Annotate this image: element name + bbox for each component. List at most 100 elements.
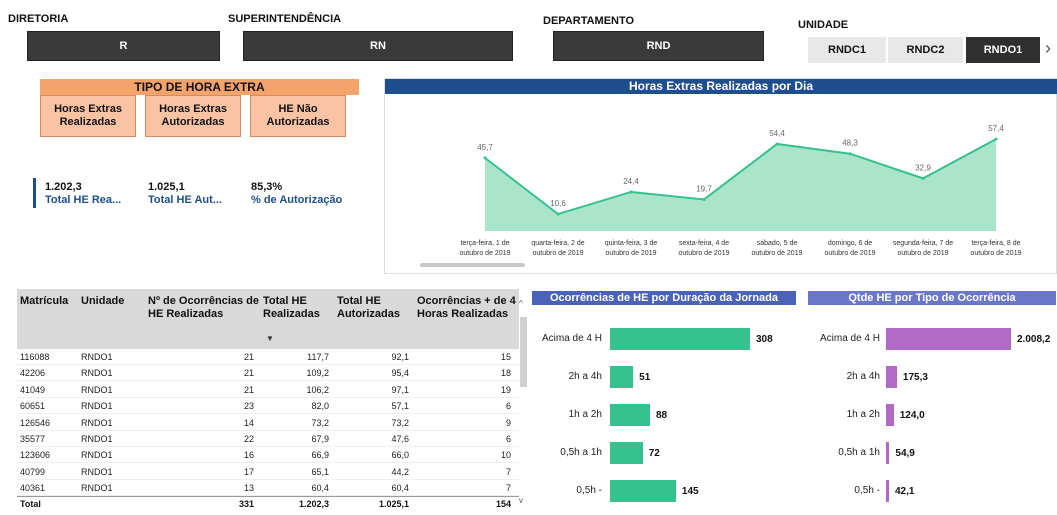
- kpi-total-he-realizadas-label: Total HE Rea...: [45, 194, 122, 206]
- table-cell: 17: [243, 466, 254, 477]
- table-cell: 47,6: [391, 434, 409, 444]
- table-cell: 60651: [20, 401, 46, 412]
- line-chart-point: [629, 190, 633, 194]
- bar-chart-2-title: Qtde HE por Tipo de Ocorrência: [808, 291, 1056, 305]
- line-chart-scrollbar[interactable]: [420, 263, 525, 267]
- bar[interactable]: [610, 366, 634, 388]
- table-header-cell[interactable]: Matrícula: [20, 295, 80, 308]
- table-header-cell[interactable]: Total HE Realizadas: [263, 295, 335, 321]
- bar-data-label: 2.008,2: [1017, 334, 1051, 345]
- bar[interactable]: [886, 442, 890, 464]
- table-header-cell[interactable]: Nº de Ocorrências de HE Realizadas: [148, 295, 262, 321]
- btn-horas-extras-autorizadas[interactable]: Horas Extras Autorizadas: [145, 95, 241, 137]
- bar[interactable]: [610, 442, 643, 464]
- table-cell: RNDO1: [81, 417, 113, 428]
- diretoria-select[interactable]: R: [27, 31, 220, 61]
- line-chart-point: [775, 142, 779, 146]
- chip-rndc1[interactable]: RNDC1: [808, 37, 886, 63]
- bar[interactable]: [610, 404, 650, 426]
- bar[interactable]: [610, 328, 750, 350]
- bar-category-label: Acima de 4 H: [541, 333, 602, 344]
- btn-horas-extras-realizadas[interactable]: Horas Extras Realizadas: [40, 95, 136, 137]
- table-cell: 18: [500, 368, 511, 379]
- line-chart-x-tick-label: outubro de 2019: [679, 250, 730, 257]
- table-cell: 97,1: [391, 384, 409, 395]
- bar[interactable]: [886, 366, 897, 388]
- bar-data-label: 51: [639, 372, 651, 383]
- line-chart-x-tick-label: outubro de 2019: [533, 250, 584, 257]
- table-cell: RNDO1: [81, 384, 113, 395]
- bar[interactable]: [886, 480, 889, 502]
- kpi-total-he-autorizadas-label: Total HE Aut...: [148, 194, 222, 206]
- chip-rndc2[interactable]: RNDC2: [888, 37, 963, 63]
- table-header-cell[interactable]: Total HE Autorizadas: [337, 295, 415, 321]
- table-cell: 15: [500, 352, 511, 362]
- line-chart-x-tick-label: outubro de 2019: [971, 250, 1022, 257]
- kpi-autorizacao-label: % de Autorização: [251, 194, 343, 206]
- line-chart-area: [485, 139, 996, 231]
- btn-label: Horas Extras Realizadas: [54, 103, 122, 128]
- superintendencia-select[interactable]: RN: [243, 31, 513, 61]
- table-cell: 44,2: [391, 466, 409, 477]
- line-chart-x-tick-label: segunda-feira, 7 de: [893, 240, 953, 247]
- table-cell: 42206: [20, 368, 46, 379]
- bar[interactable]: [886, 328, 1011, 350]
- table-cell: 7: [505, 466, 511, 477]
- sort-desc-icon[interactable]: ▼: [266, 334, 274, 343]
- line-chart-x-tick-label: outubro de 2019: [752, 250, 803, 257]
- table-cell: 67,9: [311, 434, 329, 444]
- line-chart-point: [556, 212, 560, 216]
- line-chart-data-label: 32,9: [915, 163, 931, 172]
- line-chart-x-tick-label: terça-feira, 1 de: [460, 240, 509, 247]
- line-chart-title: Horas Extras Realizadas por Dia: [385, 79, 1057, 94]
- table-cell: 9: [505, 417, 511, 428]
- line-chart-x-tick-label: sexta-feira, 4 de: [679, 240, 729, 247]
- table-cell: RNDO1: [81, 450, 113, 461]
- scroll-down-icon[interactable]: v: [519, 496, 523, 505]
- table-total-cell: 1.025,1: [378, 499, 409, 509]
- bar-category-label: Acima de 4 H: [819, 333, 880, 344]
- line-chart-point: [921, 176, 925, 180]
- table-cell: RNDO1: [81, 368, 113, 379]
- bar-category-label: 0,5h a 1h: [560, 447, 602, 458]
- chip-rndo1[interactable]: RNDO1: [966, 37, 1040, 63]
- line-chart-x-tick-label: outubro de 2019: [898, 250, 949, 257]
- table-cell: 21: [243, 384, 254, 395]
- line-chart-data-label: 24,4: [623, 177, 639, 186]
- table-header-cell[interactable]: Ocorrências + de 4 Horas Realizadas: [417, 295, 517, 321]
- table-cell: 82,0: [311, 401, 329, 412]
- line-chart: 45,7 terça-feira, 1 de outubro de 2019 10,6…: [420, 124, 1022, 267]
- kpi-total-he-autorizadas-value: 1.025,1: [148, 181, 185, 193]
- unidade-label: UNIDADE: [798, 19, 849, 31]
- bar-category-label: 1h a 2h: [568, 409, 602, 420]
- table-cell: 10: [500, 450, 511, 461]
- btn-he-nao-autorizadas[interactable]: HE Não Autorizadas: [250, 95, 346, 137]
- table-cell: 7: [505, 483, 511, 494]
- line-chart-data-label: 54,4: [769, 129, 785, 138]
- departamento-select[interactable]: RND: [553, 31, 764, 61]
- table-cell: 6: [505, 434, 511, 444]
- bar-chart-2: Acima de 4 H 2.008,2 2h a 4h 175,3 1h a 2h 12…: [808, 306, 1057, 515]
- table-cell: 14: [243, 417, 254, 428]
- diretoria-label: DIRETORIA: [8, 13, 69, 25]
- chevron-right-icon[interactable]: ›: [1045, 38, 1051, 59]
- line-chart-data-label: 57,4: [988, 124, 1004, 133]
- table-cell: RNDO1: [81, 466, 113, 477]
- btn-label: HE Não Autorizadas: [266, 103, 330, 128]
- bar-chart-1: Acima de 4 H 308 2h a 4h 51 1h a 2h 88 0,5h a …: [532, 306, 796, 515]
- line-chart-point: [483, 156, 487, 160]
- table-cell: 95,4: [391, 368, 409, 379]
- table-cell: 123606: [20, 450, 51, 461]
- bar-data-label: 175,3: [902, 372, 928, 383]
- table-cell: 66,0: [391, 450, 409, 461]
- bar[interactable]: [610, 480, 676, 502]
- table-scrollbar[interactable]: [520, 317, 527, 387]
- bar[interactable]: [886, 404, 894, 426]
- table-cell: 109,2: [306, 368, 329, 379]
- table-cell: 73,2: [391, 417, 409, 428]
- scroll-up-icon[interactable]: ^: [519, 299, 523, 308]
- table-header-cell[interactable]: Unidade: [81, 295, 147, 308]
- bar-data-label: 54,9: [895, 448, 915, 459]
- line-chart-point: [702, 197, 706, 201]
- table-cell: 35577: [20, 434, 46, 444]
